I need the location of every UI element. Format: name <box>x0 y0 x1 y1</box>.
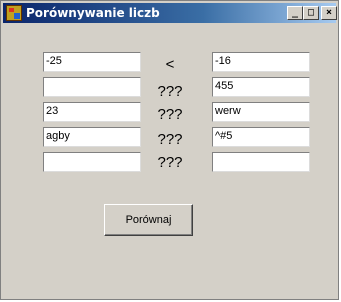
left-number-input-3[interactable]: 23 <box>43 102 141 122</box>
app-icon[interactable] <box>6 5 22 21</box>
right-number-input-2[interactable]: 455 <box>212 77 310 97</box>
close-button[interactable]: × <box>321 6 337 20</box>
minimize-button[interactable]: _ <box>287 6 303 20</box>
right-number-input-5[interactable] <box>212 152 310 172</box>
right-number-input-4[interactable]: ^#5 <box>212 127 310 147</box>
comparison-result-3: ??? <box>157 106 183 123</box>
window-title: Porównywanie liczb <box>26 6 160 20</box>
left-number-input-1[interactable]: -25 <box>43 52 141 72</box>
comparison-result-2: ??? <box>157 83 183 100</box>
app-window: Porównywanie liczb _ □ × -25 < -16 ??? 4… <box>0 0 339 300</box>
comparison-result-4: ??? <box>157 131 183 148</box>
compare-button[interactable]: Porównaj <box>104 204 193 236</box>
right-number-input-1[interactable]: -16 <box>212 52 310 72</box>
comparison-result-1: < <box>165 56 175 73</box>
right-number-input-3[interactable]: werw <box>212 102 310 122</box>
title-bar[interactable]: Porównywanie liczb _ □ × <box>3 3 337 23</box>
comparison-result-5: ??? <box>157 154 183 171</box>
left-number-input-2[interactable] <box>43 77 141 97</box>
left-number-input-5[interactable] <box>43 152 141 172</box>
maximize-button[interactable]: □ <box>303 6 319 20</box>
left-number-input-4[interactable]: agby <box>43 127 141 147</box>
